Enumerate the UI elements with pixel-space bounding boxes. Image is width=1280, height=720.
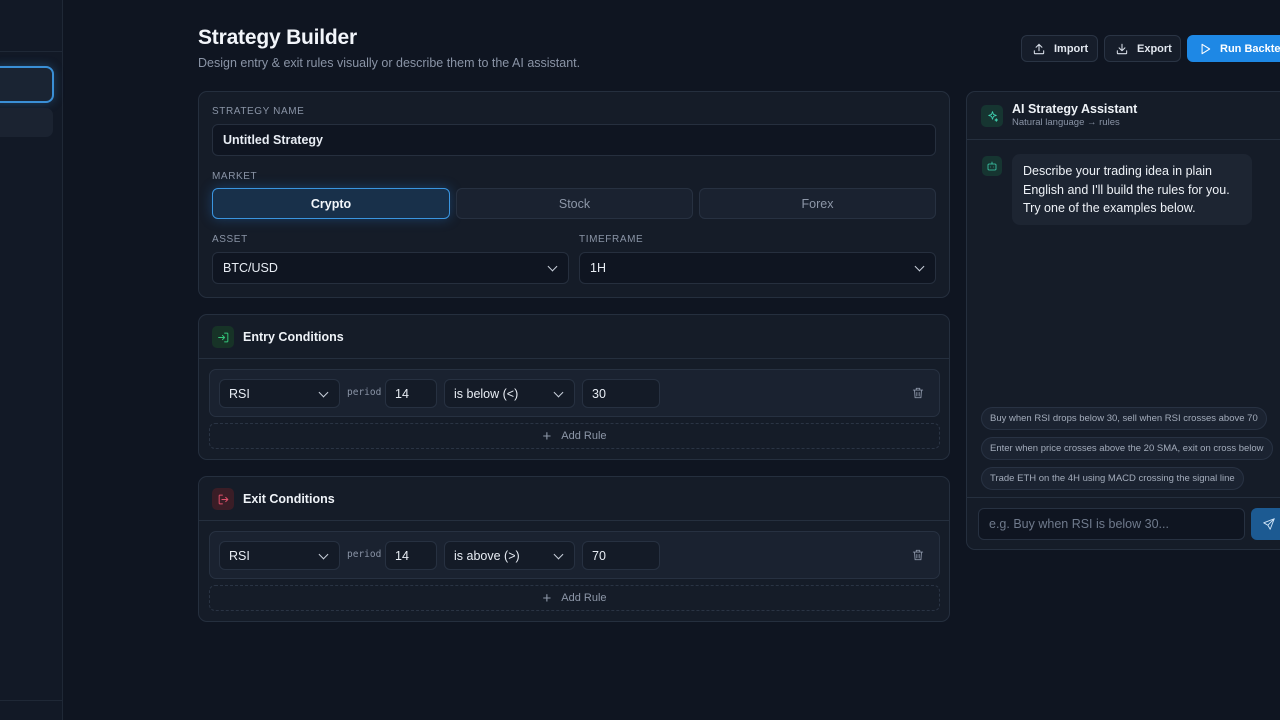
asset-select[interactable]: BTC/USD: [212, 252, 569, 284]
operator-value: is above (>): [454, 548, 520, 563]
chevron-down-icon: [914, 261, 925, 272]
ai-assistant-panel: AI Strategy Assistant Natural language →…: [966, 91, 1280, 550]
ai-assistant-title: AI Strategy Assistant: [1012, 102, 1138, 116]
chevron-down-icon: [318, 387, 329, 397]
plus-icon: +: [542, 589, 552, 607]
chevron-down-icon: [318, 549, 329, 559]
asset-value: BTC/USD: [223, 261, 278, 275]
page-subtitle: Design entry & exit rules visually or de…: [198, 56, 581, 70]
entry-rule-row: RSI period 14 is below (<) 30: [209, 369, 940, 417]
send-button[interactable]: [1251, 508, 1280, 540]
assistant-message: Describe your trading idea in plain Engl…: [1012, 154, 1252, 225]
import-button[interactable]: Import: [1021, 35, 1098, 62]
chevron-down-icon: [547, 261, 558, 272]
trash-icon[interactable]: [911, 386, 925, 400]
exit-icon: [212, 488, 234, 510]
ai-assistant-header: AI Strategy Assistant Natural language →…: [967, 92, 1280, 140]
chevron-down-icon: [553, 549, 564, 559]
market-option-forex[interactable]: Forex: [699, 188, 936, 219]
entry-icon: [212, 326, 234, 348]
strategy-settings-card: STRATEGY NAME Untitled Strategy MARKET C…: [198, 91, 950, 298]
exit-conditions-card: Exit Conditions RSI period 14 is above (…: [198, 476, 950, 622]
period-label: period: [347, 387, 382, 398]
market-option-stock[interactable]: Stock: [456, 188, 693, 219]
example-prompt-chip[interactable]: Buy when RSI drops below 30, sell when R…: [981, 407, 1267, 430]
threshold-input[interactable]: 70: [582, 541, 660, 570]
sidebar-divider: [0, 700, 63, 701]
timeframe-label: TIMEFRAME: [579, 234, 644, 245]
add-entry-rule-button[interactable]: + Add Rule: [209, 423, 940, 449]
timeframe-value: 1H: [590, 261, 606, 275]
operator-value: is below (<): [454, 386, 519, 401]
indicator-select[interactable]: RSI: [219, 379, 340, 408]
timeframe-select[interactable]: 1H: [579, 252, 936, 284]
add-rule-label: Add Rule: [561, 592, 607, 604]
market-label: MARKET: [212, 171, 258, 182]
play-icon: [1201, 43, 1211, 54]
upload-icon: [1033, 43, 1045, 54]
plus-icon: +: [542, 427, 552, 445]
run-label: Run Backtest: [1220, 42, 1280, 55]
market-option-crypto[interactable]: Crypto: [212, 188, 450, 219]
period-label: period: [347, 549, 382, 560]
example-prompt-chip[interactable]: Trade ETH on the 4H using MACD crossing …: [981, 467, 1244, 490]
period-input[interactable]: 14: [385, 541, 437, 570]
download-icon: [1116, 43, 1128, 54]
indicator-select[interactable]: RSI: [219, 541, 340, 570]
ai-assistant-subtitle: Natural language → rules: [1012, 117, 1120, 128]
export-button[interactable]: Export: [1104, 35, 1181, 62]
run-backtest-button[interactable]: Run Backtest: [1187, 35, 1280, 62]
sidebar-item[interactable]: [0, 108, 53, 137]
sidebar-item-active[interactable]: [0, 66, 54, 103]
sidebar: [0, 0, 63, 720]
entry-conditions-card: Entry Conditions RSI period 14 is below …: [198, 314, 950, 460]
add-exit-rule-button[interactable]: + Add Rule: [209, 585, 940, 611]
chevron-down-icon: [553, 387, 564, 397]
entry-conditions-title: Entry Conditions: [243, 330, 344, 344]
indicator-value: RSI: [229, 386, 250, 401]
operator-select[interactable]: is above (>): [444, 541, 575, 570]
operator-select[interactable]: is below (<): [444, 379, 575, 408]
asset-label: ASSET: [212, 234, 248, 245]
send-icon: [1263, 518, 1275, 530]
sidebar-divider: [0, 51, 63, 52]
threshold-input[interactable]: 30: [582, 379, 660, 408]
entry-conditions-header: Entry Conditions: [199, 315, 949, 359]
strategy-name-input[interactable]: Untitled Strategy: [212, 124, 936, 156]
ai-input-divider: [967, 497, 1280, 498]
page-title: Strategy Builder: [198, 26, 358, 49]
exit-conditions-header: Exit Conditions: [199, 477, 949, 521]
trash-icon[interactable]: [911, 548, 925, 562]
exit-conditions-title: Exit Conditions: [243, 492, 335, 506]
bot-icon: [982, 156, 1002, 176]
sparkles-icon: [981, 105, 1003, 127]
add-rule-label: Add Rule: [561, 430, 607, 442]
ai-prompt-input[interactable]: e.g. Buy when RSI is below 30...: [978, 508, 1245, 540]
indicator-value: RSI: [229, 548, 250, 563]
period-input[interactable]: 14: [385, 379, 437, 408]
export-label: Export: [1137, 42, 1172, 55]
example-prompt-chip[interactable]: Enter when price crosses above the 20 SM…: [981, 437, 1273, 460]
exit-rule-row: RSI period 14 is above (>) 70: [209, 531, 940, 579]
strategy-name-label: STRATEGY NAME: [212, 106, 305, 117]
import-label: Import: [1054, 42, 1089, 55]
